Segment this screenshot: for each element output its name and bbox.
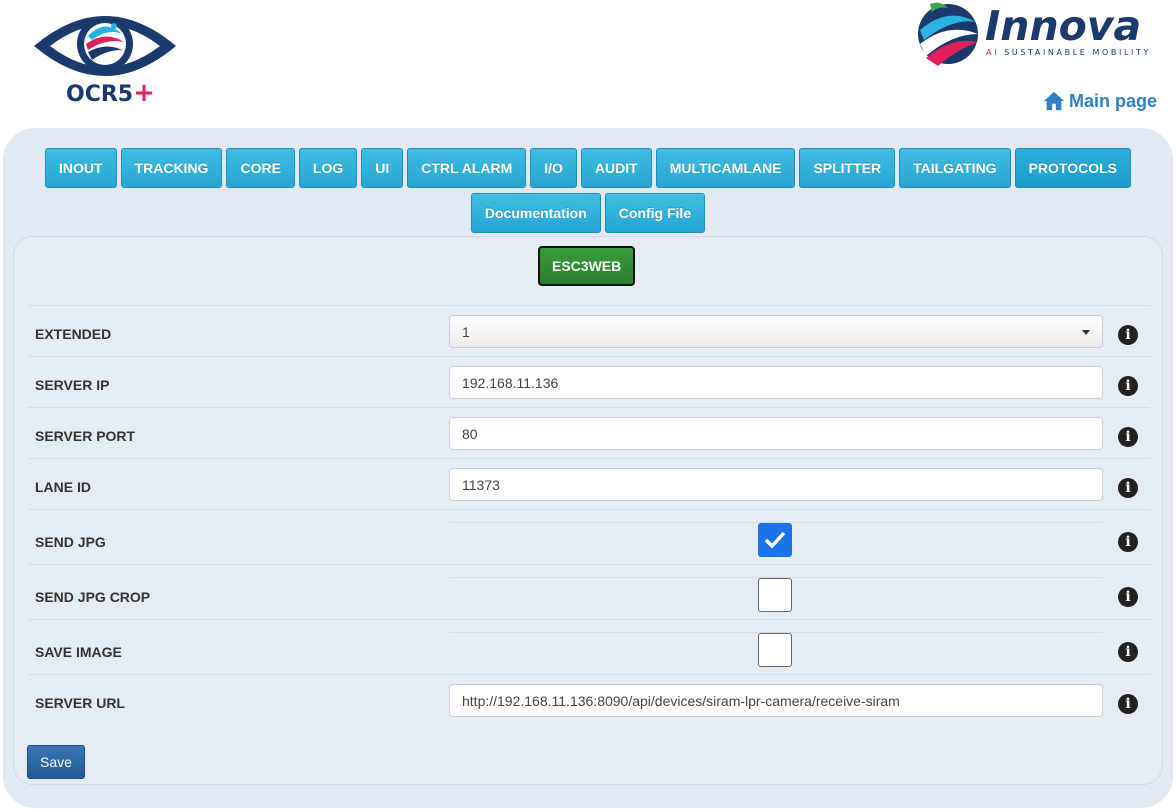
tab-inout[interactable]: INOUT [45,148,117,188]
checkmark-icon [764,531,786,549]
tab-io[interactable]: I/O [530,148,577,188]
subtab-esc3web[interactable]: ESC3WEB [538,246,636,286]
send-jpg-crop-checkbox[interactable] [758,578,792,612]
save-image-label: SAVE IMAGE [35,644,122,660]
innova-tagline-ai: AI [986,48,1000,57]
form-row-server-url: SERVER URL http://192.168.11.136:8090/ap… [28,674,1150,727]
tab-ui[interactable]: UI [361,148,404,188]
tab-config-file[interactable]: Config File [604,193,706,233]
home-icon [1043,91,1065,111]
info-icon[interactable]: i [1118,478,1138,498]
server-url-input[interactable]: http://192.168.11.136:8090/api/devices/s… [449,684,1103,717]
tab-ctrl-alarm[interactable]: CTRL ALARM [407,148,527,188]
extended-value: 1 [462,323,470,340]
tab-audit[interactable]: AUDIT [580,148,652,188]
extended-select[interactable]: 1 [449,315,1103,348]
server-url-label: SERVER URL [35,695,125,711]
innova-tagline: AI SUSTAINABLE MOBILITY [986,48,1151,57]
lane-id-label: LANE ID [35,479,91,495]
secondary-tabs: Documentation Config File [3,193,1173,233]
tab-splitter[interactable]: SPLITTER [799,148,896,188]
form-row-lane-id: LANE ID 11373 i [28,458,1150,509]
info-icon[interactable]: i [1118,532,1138,552]
tab-tracking[interactable]: TRACKING [120,148,223,188]
server-port-label: SERVER PORT [35,428,136,444]
chevron-down-icon [1082,330,1090,335]
send-jpg-checkbox[interactable] [758,523,792,557]
info-icon[interactable]: i [1118,427,1138,447]
module-tabs: INOUT TRACKING CORE LOG UI CTRL ALARM I/… [3,148,1173,188]
protocol-settings-card: ESC3WEB EXTENDED 1 i SERVER IP 192.168.1… [13,236,1163,785]
ocr-logo-text: OCR5+ [66,78,155,108]
innova-logo-name: Innova [985,2,1142,50]
tab-protocols[interactable]: PROTOCOLS [1014,148,1131,188]
form-row-send-jpg: SEND JPG i [28,509,1150,564]
main-page-label: Main page [1068,90,1157,111]
info-icon[interactable]: i [1118,587,1138,607]
main-page-link[interactable]: Main page [1043,90,1157,112]
send-jpg-crop-label: SEND JPG CROP [35,589,151,605]
server-ip-label: SERVER IP [35,377,110,393]
header: OCR5+ Innova AI SUSTAINABLE MOBILITY Mai… [0,0,1176,130]
tab-multicamlane[interactable]: MULTICAMLANE [655,148,796,188]
form-row-save-image: SAVE IMAGE i [28,619,1150,674]
form-row-server-port: SERVER PORT 80 i [28,407,1150,458]
server-port-input[interactable]: 80 [449,417,1103,450]
ocr-logo-plus: + [133,78,155,108]
info-icon[interactable]: i [1118,642,1138,662]
save-image-checkbox[interactable] [758,633,792,667]
extended-label: EXTENDED [35,326,112,342]
info-icon[interactable]: i [1118,694,1138,714]
send-jpg-label: SEND JPG [35,534,106,550]
form-row-server-ip: SERVER IP 192.168.11.136 i [28,356,1150,407]
tab-core[interactable]: CORE [226,148,295,188]
info-icon[interactable]: i [1118,325,1138,345]
tab-documentation[interactable]: Documentation [470,193,601,233]
tab-log[interactable]: LOG [298,148,358,188]
ocr-logo-name: OCR5 [66,82,134,107]
info-icon[interactable]: i [1118,376,1138,396]
server-ip-input[interactable]: 192.168.11.136 [449,366,1103,399]
lane-id-input[interactable]: 11373 [449,468,1103,501]
tab-tailgating[interactable]: TAILGATING [899,148,1011,188]
form-row-send-jpg-crop: SEND JPG CROP i [28,564,1150,619]
form-row-extended: EXTENDED 1 i [28,305,1150,356]
innova-tagline-text: SUSTAINABLE MOBILITY [1004,48,1151,57]
save-button[interactable]: Save [27,745,85,779]
settings-panel: INOUT TRACKING CORE LOG UI CTRL ALARM I/… [3,128,1173,808]
